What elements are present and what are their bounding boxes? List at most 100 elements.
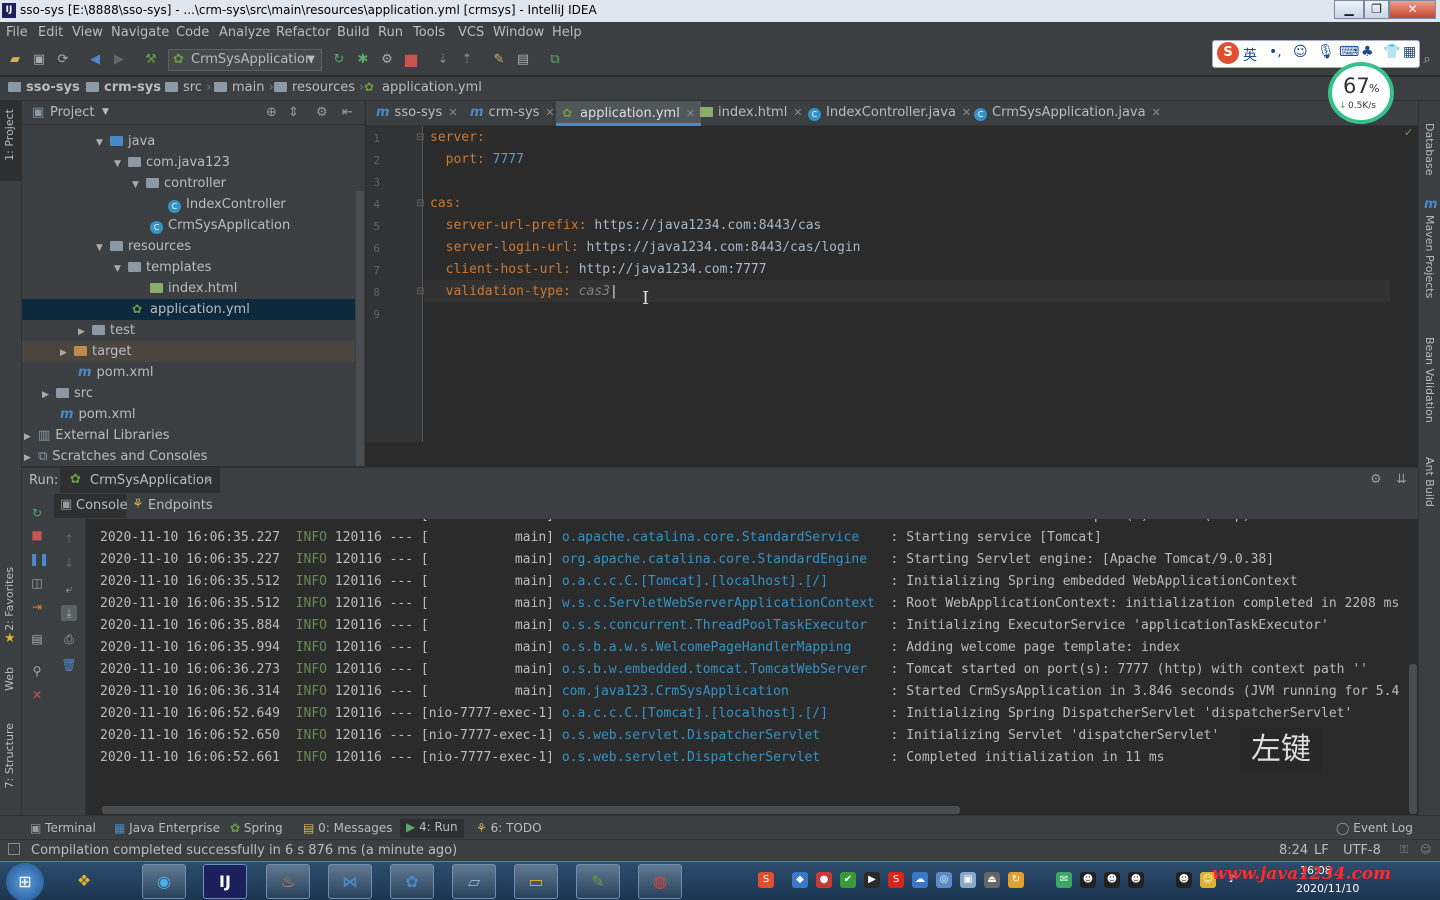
maven-projects-tool-button[interactable]: Maven Projects [1423,215,1436,298]
microphone-icon[interactable]: 🎙 [1317,44,1335,60]
terminal-tool-button[interactable]: ▣ Terminal [30,821,96,835]
project-tool-button[interactable]: 1: Project [0,101,21,181]
minimize-button[interactable]: ▁ [1334,0,1364,19]
grid-icon[interactable]: ▦ [1403,44,1416,60]
soft-wrap-icon[interactable]: ⤶ [61,581,77,597]
tab-index-controller[interactable]: C IndexController.java ✕ [802,101,977,126]
console-output[interactable]: 2020-11-10 16:06:35.207 INFO 120116 --- … [86,519,1408,815]
skin-icon[interactable]: ♣ [1361,44,1374,60]
pause-icon[interactable]: ❚❚ [29,551,49,567]
breadcrumb-crm-sys[interactable]: crm-sys › [86,80,171,95]
project-scrollbar[interactable] [356,191,364,466]
cloud-tray-icon[interactable]: ☁ [912,872,928,888]
coverage-icon[interactable]: ⚙ [378,51,396,69]
qq-tray-icon[interactable]: ☻ [1104,872,1120,888]
project-structure-icon[interactable]: ▤ [514,51,532,69]
tool-windows-toggle-icon[interactable] [8,843,20,855]
settings-wrench-icon[interactable]: ✎ [490,51,508,69]
emoji-icon[interactable]: ☺ [1293,44,1308,60]
usb-tray-icon[interactable]: ⏏ [984,872,1000,888]
tree-item-test[interactable]: ▶ test [22,320,355,341]
record-tray-icon[interactable]: ● [816,872,832,888]
trash-icon[interactable]: 🗑 [61,657,77,673]
back-icon[interactable]: ◀ [86,51,104,69]
breadcrumb-resources[interactable]: resources › [274,80,364,95]
tree-item-target[interactable]: ▶ target [22,341,355,362]
menu-edit[interactable]: Edit [38,25,63,40]
tree-item-src[interactable]: ▶ src [22,383,355,404]
close-tab-icon[interactable]: ✕ [448,106,457,119]
inspector-icon[interactable]: ☺ [1420,843,1431,856]
tree-item-root-pom-xml[interactable]: m pom.xml [22,404,355,425]
close-window-button[interactable]: ✕ [1389,0,1436,19]
shirt-icon[interactable]: 👕 [1383,44,1400,60]
close-tab-icon[interactable]: ✕ [1152,106,1161,119]
gear-icon[interactable]: ⚙ [1370,472,1382,487]
taskbar-app-notes[interactable]: ▱ [452,864,496,899]
editor-marker-bar[interactable]: ✓ [1390,126,1418,442]
nvidia-tray-icon[interactable]: ▶ [864,872,880,888]
java-enterprise-tool-button[interactable]: ▦ Java Enterprise [114,821,220,835]
event-log-tool-button[interactable]: ◯ Event Log [1336,821,1413,835]
messages-tool-button[interactable]: ▤ 0: Messages [303,821,393,835]
debug-icon[interactable]: ✱ [354,51,372,69]
file-encoding[interactable]: UTF-8 [1343,843,1381,858]
tab-application-yml[interactable]: ✿ application.yml ✕ [556,101,702,126]
tab-sso-sys[interactable]: m sso-sys ✕ [370,101,463,126]
punctuation-icon[interactable]: •, [1269,44,1282,60]
menu-vcs[interactable]: VCS [458,25,484,40]
tree-item-templates[interactable]: ▼ templates [22,257,355,278]
display-tray-icon[interactable]: ▣ [960,872,976,888]
chevron-down-icon[interactable]: ▼ [102,107,109,117]
tree-item-com-java123[interactable]: ▼ com.java123 [22,152,355,173]
ime-toolbar[interactable]: S 英 •, ☺ 🎙 ⌨ ♣ 👕 ▦ [1212,40,1420,68]
shield-tray-icon[interactable]: ✔ [840,872,856,888]
hide-panel-icon[interactable]: ⇤ [342,105,353,120]
sogou-tray-icon[interactable]: S [758,872,774,888]
dump-threads-icon[interactable]: ◫ [29,575,45,591]
taskbar-app-xmind[interactable]: ⋈ [328,864,372,899]
tree-item-crm-sys-application[interactable]: C CrmSysApplication [22,215,355,236]
menu-file[interactable]: File [6,25,28,40]
breadcrumb-application-yml[interactable]: ✿ application.yml [364,80,482,95]
tree-item-external-libraries[interactable]: ▶ ▥ External Libraries [22,425,355,446]
tree-item-index-html[interactable]: index.html [22,278,355,299]
network-speed-widget[interactable]: 67 % ↓ 0.5K/s [1328,62,1394,124]
pin-icon[interactable]: ⚲ [29,663,45,679]
run-configuration-select[interactable]: ✿ CrmSysApplication ▼ [168,49,322,71]
tree-item-resources[interactable]: ▼ resources [22,236,355,257]
close-tab-icon[interactable]: ✕ [545,106,554,119]
todo-tool-button[interactable]: ⚘ 6: TODO [476,821,542,835]
vcs-update-icon[interactable]: ⇣ [434,51,452,69]
maximize-button[interactable]: ❐ [1364,0,1389,19]
menu-view[interactable]: View [72,25,103,40]
wechat-tray-icon[interactable]: ✉ [1056,872,1072,888]
run-config-tab[interactable]: ✿ CrmSysApplication ✕ [60,468,220,494]
open-folder-icon[interactable]: ▰ [6,51,24,69]
scroll-from-source-icon[interactable]: ⊕ [266,105,277,120]
close-tab-icon[interactable]: ✕ [204,474,213,487]
tree-item-scratches[interactable]: ▶ ⧉ Scratches and Consoles [22,446,355,467]
ant-build-tool-button[interactable]: Ant Build [1423,457,1436,507]
up-stack-icon[interactable]: ↑ [61,531,77,547]
menu-refactor[interactable]: Refactor [276,25,331,40]
search-everywhere-icon[interactable]: ⌕ [1418,51,1436,69]
menu-run[interactable]: Run [378,25,403,40]
hide-panel-icon[interactable]: ⇊ [1396,472,1407,487]
bean-validation-tool-button[interactable]: Bean Validation [1423,337,1436,423]
breadcrumb-sso-sys[interactable]: sso-sys › [8,80,90,95]
taskbar-app-java[interactable]: ♨ [266,864,310,899]
breadcrumb-main[interactable]: main › [214,80,274,95]
menu-navigate[interactable]: Navigate [111,25,169,40]
project-view-selector[interactable]: Project [50,105,94,120]
rerun-icon[interactable]: ↻ [330,51,348,69]
console-horizontal-scrollbar[interactable] [102,806,960,814]
spring-tool-button[interactable]: ✿ Spring [230,821,283,835]
menu-code[interactable]: Code [176,25,209,40]
menu-help[interactable]: Help [552,25,582,40]
tree-item-controller[interactable]: ▼ controller [22,173,355,194]
scroll-to-end-icon[interactable]: ⤓ [61,605,77,621]
favorites-tool-button[interactable]: 2: Favorites [3,567,16,631]
tab-crm-sys[interactable]: m crm-sys ✕ [464,101,561,126]
windows-logo-icon[interactable]: ❖ [62,864,106,899]
